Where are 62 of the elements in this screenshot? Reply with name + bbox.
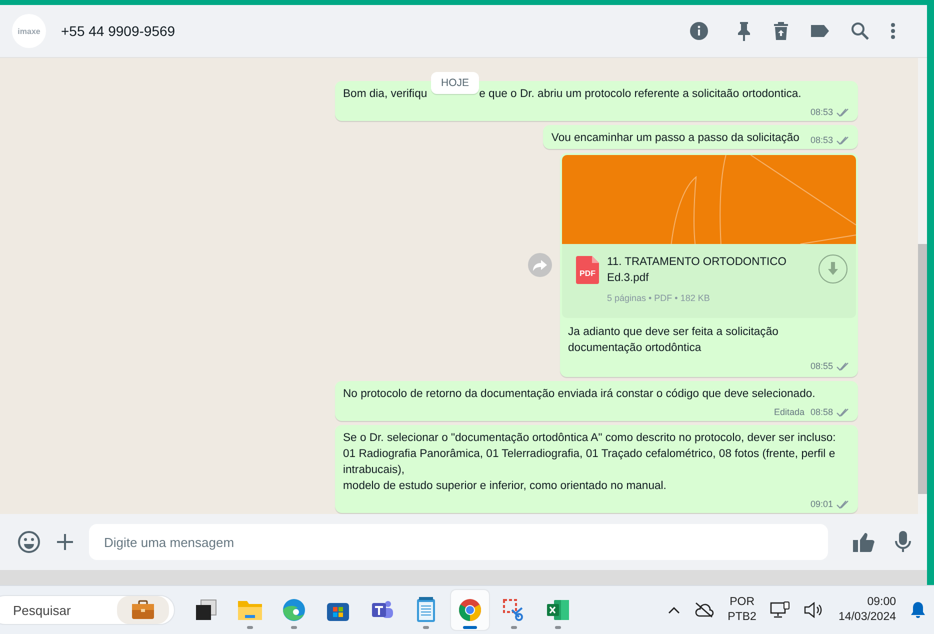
chevron-up-icon[interactable] (668, 606, 680, 614)
scrollbar-thumb[interactable] (918, 244, 927, 494)
double-check-icon (836, 500, 850, 508)
running-indicator (291, 626, 297, 629)
search-placeholder: Pesquisar (13, 602, 71, 618)
browser-icon (282, 598, 306, 622)
chrome-icon (458, 598, 482, 622)
search-icon[interactable] (851, 22, 869, 40)
cloud-off-icon[interactable] (694, 602, 714, 618)
running-indicator (463, 626, 477, 629)
message-text: Se o Dr. selecionar o "documentação ortodôntica A" como descrito no protocolo, dever ser incluso: 01 Radiografia Panorâmica, 01 Telerradiografia, 01 Traçado cefalométrico, 08 fotos (frente, perfil e intrabucais), modelo de estudo superior e inferior, como orientado no manual. (343, 431, 837, 494)
date-badge: HOJE (431, 72, 480, 94)
label-icon[interactable] (810, 23, 830, 39)
message-time: 09:01 (810, 498, 833, 511)
double-check-icon (836, 108, 850, 116)
message-time: 08:53 (810, 106, 833, 119)
running-indicator (555, 626, 561, 629)
window-icon (194, 598, 218, 622)
info-icon[interactable] (689, 21, 709, 41)
message-text: Bom dia, verifiqu (343, 88, 428, 100)
taskbar-search[interactable]: Pesquisar (0, 595, 175, 625)
double-check-icon (836, 136, 850, 144)
emoji-icon[interactable] (17, 530, 41, 554)
menu-icon[interactable] (890, 22, 896, 40)
folder-icon (237, 598, 263, 622)
contact-name[interactable]: +55 44 9909-9569 (61, 23, 176, 39)
message-time: 08:55 (810, 360, 833, 373)
file-info: 5 páginas • PDF • 182 KB (607, 292, 711, 305)
edited-label: Editada (774, 406, 804, 419)
system-clock[interactable]: 09:00 14/03/2024 (838, 595, 896, 625)
clock-time: 09:00 (867, 595, 896, 610)
briefcase-icon[interactable] (117, 596, 169, 624)
double-check-icon (836, 362, 850, 370)
plus-icon[interactable] (56, 533, 74, 551)
message-time: 08:53 (810, 134, 833, 147)
message-text: Ja adianto que deve ser feita a solicitação documentação ortodôntica (568, 325, 780, 356)
message-text: e que o Dr. abriu um protocolo referente a solicitaão ortodontica. (479, 88, 802, 100)
pin-icon[interactable] (736, 21, 752, 41)
message-time: 08:58 (810, 406, 833, 419)
running-indicator (511, 626, 517, 629)
file-name: 11. TRATAMENTO ORTODONTICO Ed.3.pdf (607, 255, 788, 286)
clock-date: 14/03/2024 (838, 610, 896, 625)
double-check-icon (836, 408, 850, 416)
delete-icon[interactable] (773, 21, 789, 41)
pdf-file-icon: PDF (576, 256, 599, 284)
keyboard-layout: PTB2 (728, 610, 756, 625)
microphone-icon[interactable] (895, 531, 911, 553)
thumbs-up-icon[interactable] (853, 532, 875, 552)
message-text: Vou encaminhar um passo a passo da solicitação (551, 131, 800, 146)
volume-icon[interactable] (804, 602, 824, 618)
notepad-icon (416, 597, 436, 623)
language-code: POR (730, 595, 755, 610)
bell-icon[interactable] (910, 601, 926, 619)
message-text: No protocolo de retorno da documentação enviada irá constar o código que deve selecionado. (343, 387, 816, 402)
document-card[interactable]: PDF 11. TRATAMENTO ORTODONTICO Ed.3.pdf 5 páginas • PDF • 182 KB (562, 244, 856, 318)
running-indicator (423, 626, 429, 629)
language-indicator[interactable]: POR PTB2 (728, 595, 756, 625)
spreadsheet-icon (546, 598, 570, 622)
message-input[interactable]: Digite uma mensagem (89, 524, 828, 560)
scissors-icon (502, 598, 526, 622)
running-indicator (247, 626, 253, 629)
network-icon[interactable] (770, 601, 790, 619)
